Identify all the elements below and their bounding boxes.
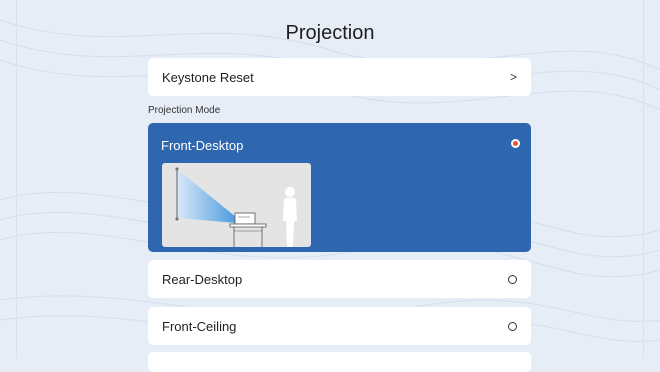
keystone-reset-button[interactable]: Keystone Reset > [148,58,531,96]
radio-unselected-icon[interactable] [508,274,517,284]
mode-option-rear-desktop[interactable]: Rear-Desktop [148,260,531,298]
mode-option-label: Front-Desktop [161,138,244,153]
left-edge-divider [0,0,17,359]
mode-option-label: Front-Ceiling [162,318,237,334]
mode-option-front-desktop[interactable]: Front-Desktop [148,123,531,252]
page-title: Projection [285,22,375,44]
chevron-right-icon: > [509,70,517,84]
mode-option-label: Rear-Desktop [162,271,243,287]
right-edge-divider [643,0,660,359]
projection-mode-section-label: Projection Mode [148,105,221,116]
keystone-reset-label: Keystone Reset [162,69,254,85]
mode-option-front-ceiling[interactable]: Front-Ceiling [148,307,531,345]
radio-unselected-icon[interactable] [508,321,517,331]
radio-selected-icon[interactable] [511,139,520,148]
mode-option-next-partial[interactable] [148,352,531,372]
front-desktop-illustration [162,163,311,247]
